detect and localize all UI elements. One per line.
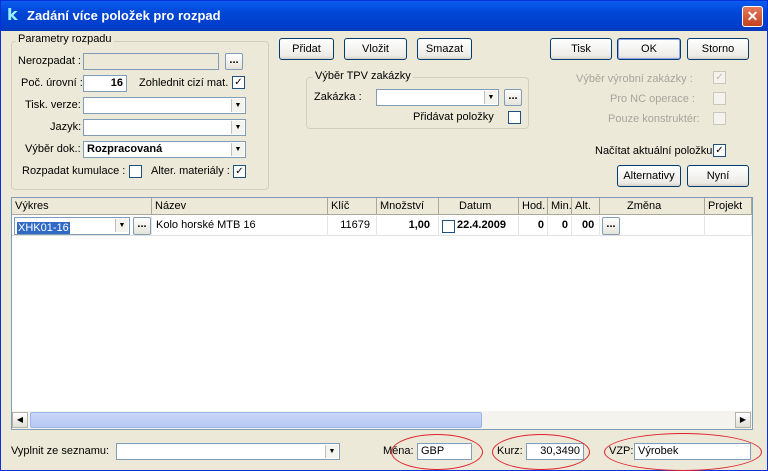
now-button[interactable]: Nyní bbox=[687, 165, 749, 187]
cell-klic: 11679 bbox=[328, 216, 377, 236]
vykres-combo[interactable]: XHK01-16 ▼ bbox=[14, 217, 130, 235]
datum-value: 22.4.2009 bbox=[457, 219, 506, 231]
cell-alt: 00 bbox=[572, 216, 600, 236]
levels-input[interactable]: 16 bbox=[83, 75, 127, 92]
cell-vykres[interactable]: XHK01-16 ▼ ... bbox=[12, 216, 152, 236]
col-hod[interactable]: Hod. bbox=[519, 198, 548, 215]
nerozpadat-field[interactable] bbox=[83, 53, 219, 70]
col-alt[interactable]: Alt. bbox=[572, 198, 600, 215]
language-combo[interactable]: ▼ bbox=[83, 119, 246, 136]
nerozpadat-browse-button[interactable]: ... bbox=[225, 53, 243, 70]
cell-mnozstvi: 1,00 bbox=[377, 216, 439, 236]
add-items-checkbox[interactable] bbox=[508, 111, 521, 124]
close-icon: ✕ bbox=[746, 8, 759, 24]
col-nazev[interactable]: Název bbox=[152, 198, 328, 215]
chevron-down-icon[interactable]: ▼ bbox=[231, 99, 244, 112]
load-current-label: Načítat aktuální položku bbox=[595, 145, 713, 157]
designer-only-checkbox[interactable] bbox=[713, 112, 726, 125]
cell-nazev: Kolo horské MTB 16 bbox=[152, 216, 328, 236]
language-label: Jazyk: bbox=[50, 121, 82, 133]
horizontal-scrollbar[interactable]: ◀ ▶ bbox=[12, 411, 752, 429]
cell-zmena: ... bbox=[600, 216, 705, 236]
datum-checkbox[interactable] bbox=[442, 220, 455, 233]
table-row[interactable]: XHK01-16 ▼ ... Kolo horské MTB 16 11679 1… bbox=[12, 216, 752, 236]
grid-header: Výkres Název Klíč Množství Datum Hod. Mi… bbox=[12, 198, 752, 215]
print-button[interactable]: Tisk bbox=[550, 38, 612, 60]
check-icon: ✓ bbox=[715, 145, 724, 156]
scroll-left-icon[interactable]: ◀ bbox=[12, 412, 28, 428]
alter-materials-checkbox[interactable]: ✓ bbox=[233, 165, 246, 178]
highlight-ellipse-vzp bbox=[604, 433, 762, 471]
cell-projekt bbox=[705, 216, 752, 236]
foreign-mat-checkbox[interactable]: ✓ bbox=[232, 76, 245, 89]
cell-hod: 0 bbox=[519, 216, 548, 236]
check-icon: ✓ bbox=[715, 72, 724, 83]
chevron-down-icon[interactable]: ▼ bbox=[115, 219, 128, 232]
alter-materials-label: Alter. materiály : bbox=[151, 165, 230, 177]
cell-datum: 22.4.2009 bbox=[439, 216, 519, 236]
print-version-combo[interactable]: ▼ bbox=[83, 97, 246, 114]
col-datum[interactable]: Datum bbox=[439, 198, 519, 215]
add-button[interactable]: Přidat bbox=[279, 38, 334, 60]
highlight-ellipse-currency bbox=[391, 434, 483, 470]
chevron-down-icon[interactable]: ▼ bbox=[484, 91, 497, 104]
cumulation-checkbox[interactable] bbox=[129, 165, 142, 178]
check-icon: ✓ bbox=[235, 166, 244, 177]
levels-label: Poč. úrovní : bbox=[21, 77, 83, 89]
chevron-down-icon[interactable]: ▼ bbox=[325, 445, 338, 458]
order-label: Zakázka : bbox=[314, 91, 362, 103]
scroll-thumb[interactable] bbox=[30, 412, 482, 428]
insert-button[interactable]: Vložit bbox=[344, 38, 407, 60]
col-klic[interactable]: Klíč bbox=[328, 198, 377, 215]
col-zmena[interactable]: Změna bbox=[600, 198, 705, 215]
col-vykres[interactable]: Výkres bbox=[12, 198, 152, 215]
nc-ops-checkbox[interactable] bbox=[713, 92, 726, 105]
scroll-right-icon[interactable]: ▶ bbox=[735, 412, 751, 428]
tpv-group-title: Výběr TPV zakázky bbox=[313, 70, 413, 82]
vykres-browse-button[interactable]: ... bbox=[133, 217, 151, 235]
app-logo-icon: k bbox=[7, 5, 18, 24]
foreign-mat-label: Zohlednit cizí mat. : bbox=[139, 77, 235, 89]
zmena-browse-button[interactable]: ... bbox=[602, 217, 620, 235]
production-order-label: Výběr výrobní zakázky : bbox=[576, 73, 693, 85]
load-current-checkbox[interactable]: ✓ bbox=[713, 144, 726, 157]
ok-button[interactable]: OK bbox=[617, 38, 681, 60]
dialog-window: k Zadání více položek pro rozpad ✕ Param… bbox=[0, 0, 768, 471]
close-button[interactable]: ✕ bbox=[742, 6, 763, 27]
alternatives-button[interactable]: Alternativy bbox=[617, 165, 681, 187]
title-bar: k Zadání více položek pro rozpad ✕ bbox=[1, 1, 767, 31]
delete-button[interactable]: Smazat bbox=[417, 38, 472, 60]
col-min[interactable]: Min. bbox=[548, 198, 572, 215]
doc-select-value: Rozpracovaná bbox=[87, 143, 163, 155]
print-version-label: Tisk. verze: bbox=[25, 99, 81, 111]
col-mnozstvi[interactable]: Množství bbox=[377, 198, 439, 215]
doc-select-label: Výběr dok.: bbox=[25, 143, 81, 155]
order-browse-button[interactable]: ... bbox=[504, 89, 522, 106]
vykres-value: XHK01-16 bbox=[17, 222, 70, 234]
production-order-checkbox[interactable]: ✓ bbox=[713, 71, 726, 84]
chevron-down-icon[interactable]: ▼ bbox=[231, 121, 244, 134]
designer-only-label: Pouze konstruktér: bbox=[608, 113, 700, 125]
doc-select-combo[interactable]: Rozpracovaná ▼ bbox=[83, 141, 246, 158]
params-group-title: Parametry rozpadu bbox=[16, 33, 114, 45]
order-combo[interactable]: ▼ bbox=[376, 89, 499, 106]
add-items-label: Přidávat položky bbox=[413, 111, 494, 123]
cumulation-label: Rozpadat kumulace : bbox=[22, 165, 126, 177]
col-projekt[interactable]: Projekt bbox=[705, 198, 752, 215]
window-title: Zadání více položek pro rozpad bbox=[27, 8, 221, 23]
cell-min: 0 bbox=[548, 216, 572, 236]
nerozpadat-label: Nerozpadat : bbox=[18, 55, 81, 67]
fill-list-label: Vyplnit ze seznamu: bbox=[11, 445, 110, 457]
fill-list-combo[interactable]: ▼ bbox=[116, 443, 340, 460]
cancel-button[interactable]: Storno bbox=[687, 38, 749, 60]
items-grid: Výkres Název Klíč Množství Datum Hod. Mi… bbox=[11, 197, 753, 430]
highlight-ellipse-rate bbox=[492, 434, 590, 470]
chevron-down-icon[interactable]: ▼ bbox=[231, 143, 244, 156]
check-icon: ✓ bbox=[234, 77, 243, 88]
nc-ops-label: Pro NC operace : bbox=[610, 93, 695, 105]
